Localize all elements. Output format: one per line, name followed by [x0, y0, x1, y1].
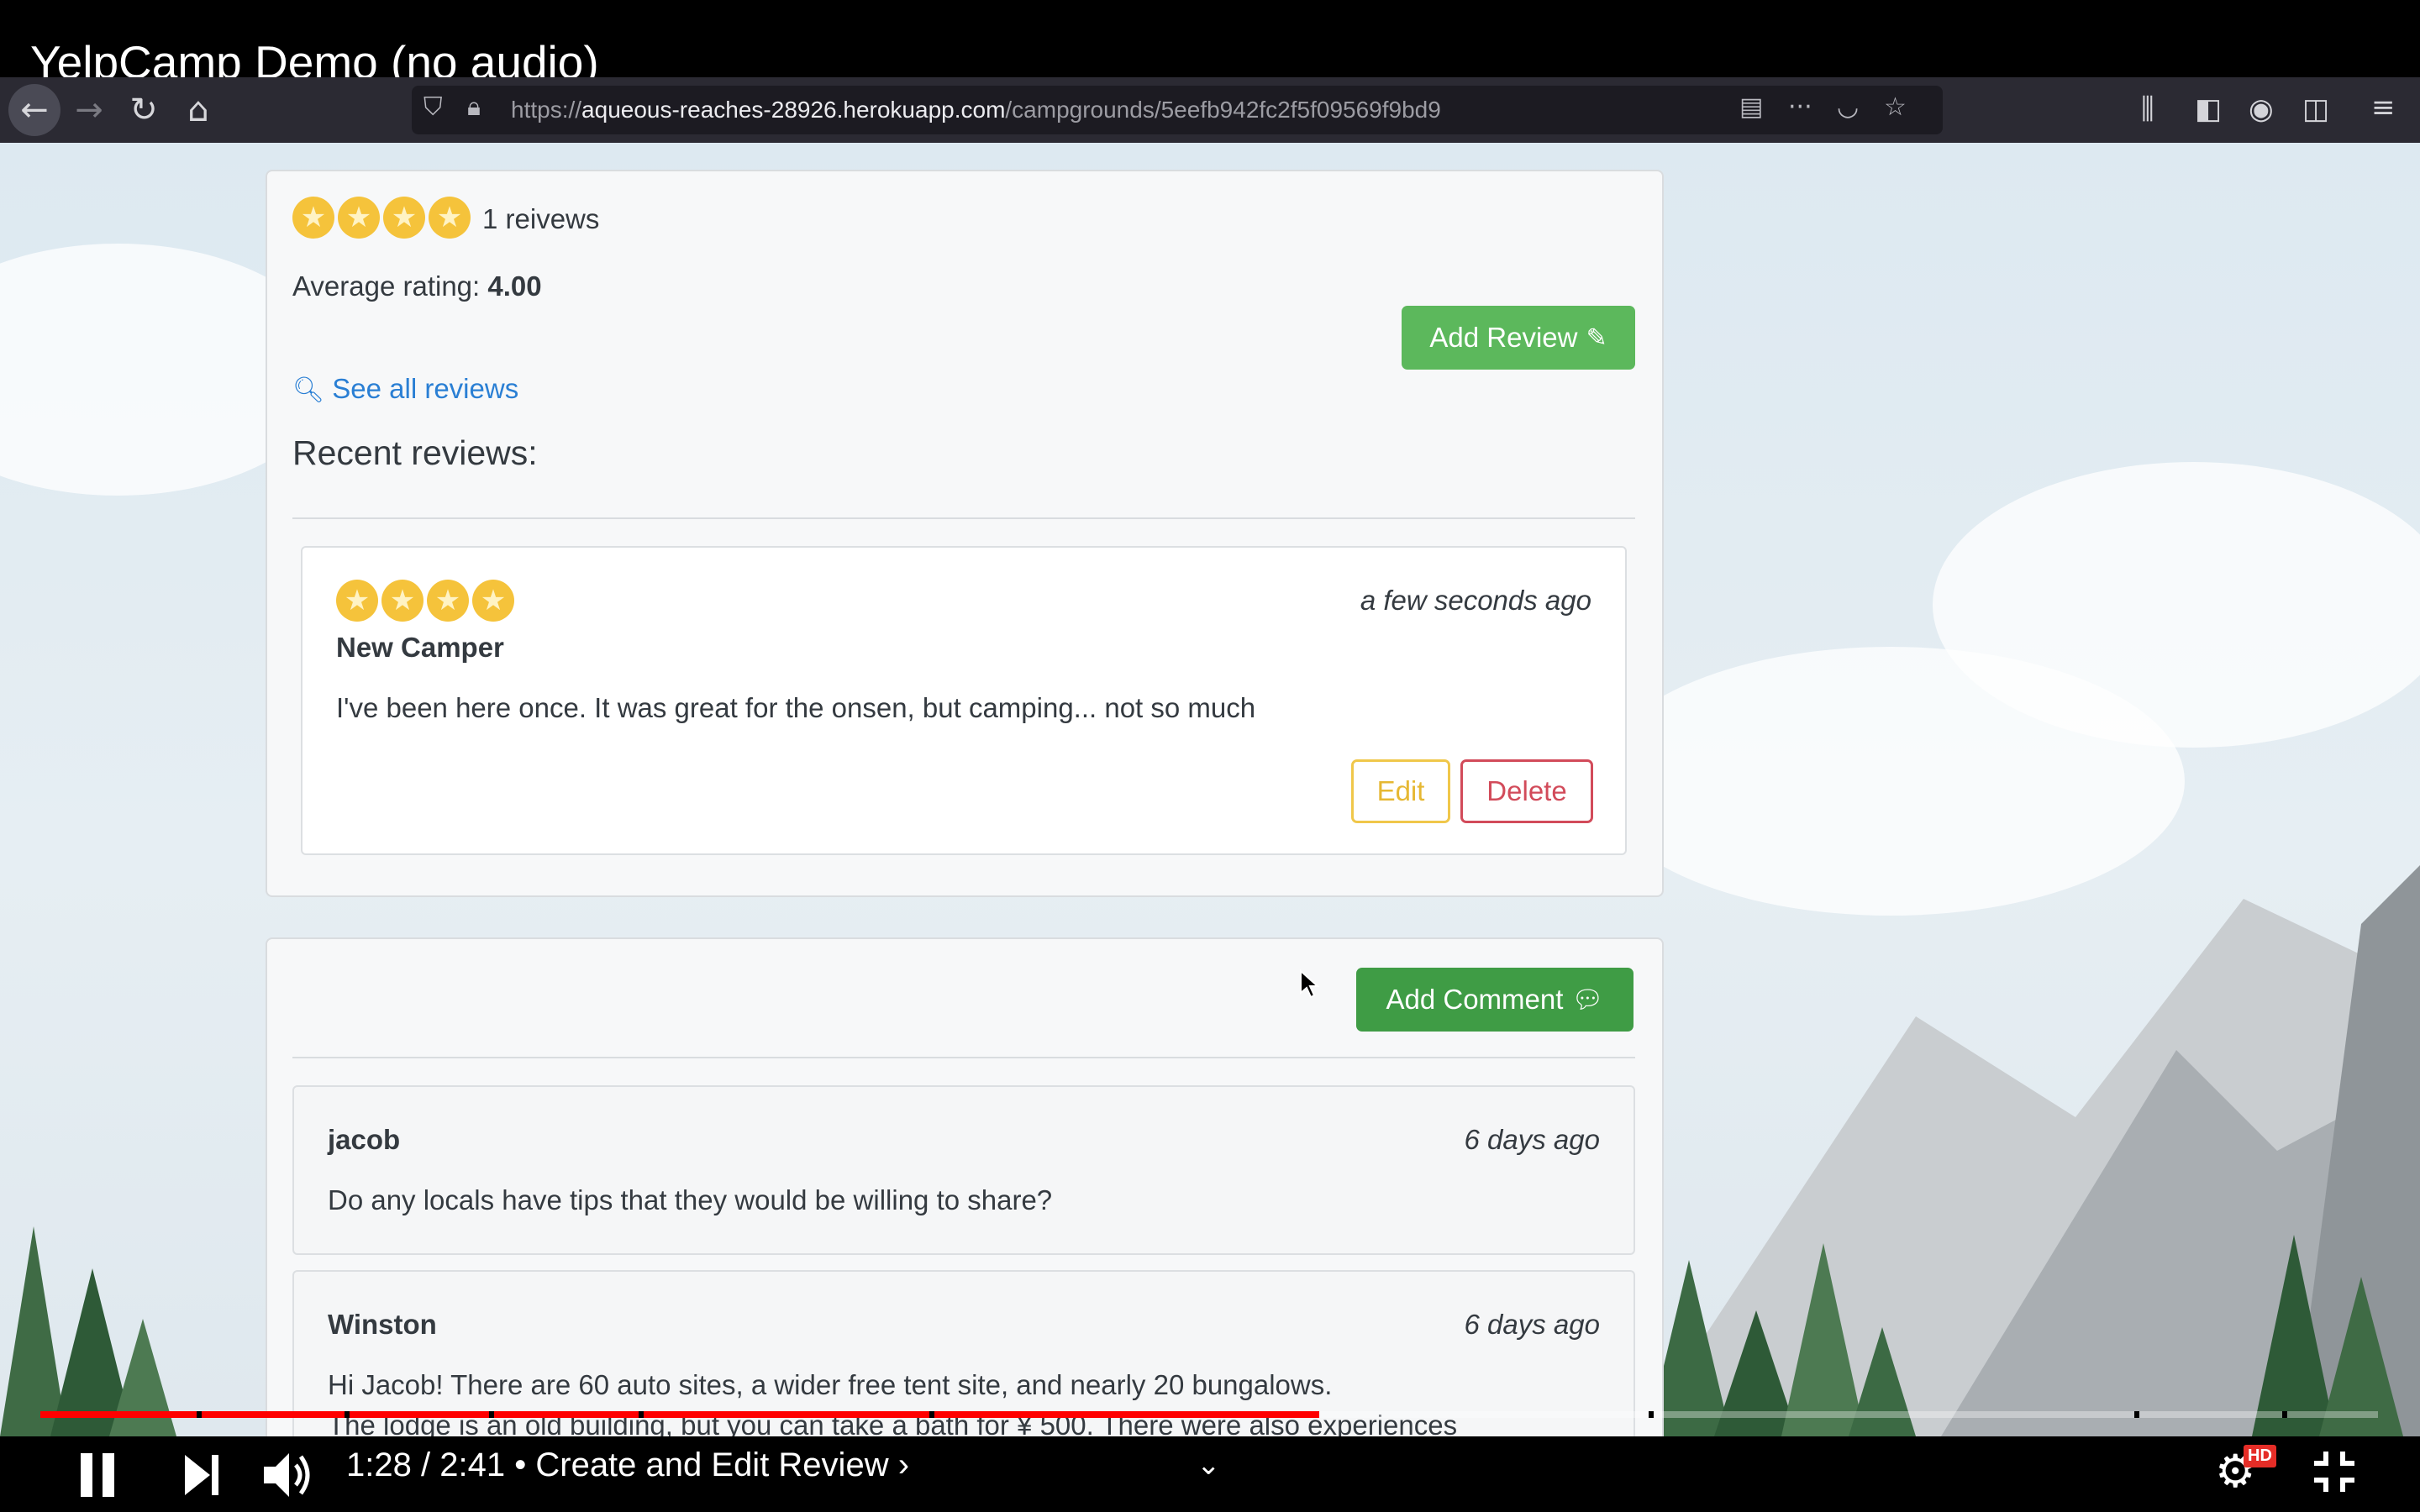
comment-text: Do any locals have tips that they would …	[328, 1184, 1053, 1215]
progress-played	[40, 1411, 1319, 1418]
chapter-bullet: •	[514, 1446, 527, 1483]
star-icon: ★	[338, 197, 380, 239]
time-separator: /	[420, 1446, 431, 1483]
page-actions-icon[interactable]: ···	[1788, 92, 1812, 122]
chapter-marker	[2282, 1411, 2287, 1418]
comment-time: 6 days ago	[1464, 1124, 1600, 1155]
add-review-button[interactable]: Add Review ✎	[1402, 306, 1635, 370]
chapter-chevron-icon[interactable]: ›	[898, 1446, 909, 1483]
video-controls: 1:28 / 2:41 • Create and Edit Review › ⌄…	[0, 1436, 2420, 1512]
next-icon[interactable]	[183, 1453, 220, 1497]
back-icon[interactable]: ←	[8, 84, 60, 136]
shield-icon[interactable]: ⛉	[424, 92, 443, 122]
hd-badge: HD	[2244, 1445, 2276, 1467]
library-icon[interactable]: ⫼	[2141, 92, 2154, 126]
add-comment-button[interactable]: Add Comment 💬︎	[1356, 968, 1634, 1032]
comments-card: Add Comment 💬︎ jacob 6 days ago Do any l…	[266, 937, 1664, 1436]
forward-icon[interactable]: →	[63, 84, 115, 136]
comment-text: Hi Jacob! There are 60 auto sites, a wid…	[328, 1369, 1333, 1400]
video-title-bar: YelpCamp Demo (no audio)	[0, 0, 2420, 88]
star-icon: ★	[427, 580, 469, 622]
home-icon[interactable]: ⌂	[172, 84, 224, 136]
review-item: ★ ★ ★ ★ a few seconds ago New Camper I've b…	[301, 546, 1627, 855]
add-comment-label: Add Comment	[1386, 984, 1564, 1015]
time-total: 2:41	[439, 1446, 506, 1483]
chevron-down-icon[interactable]: ⌄	[1197, 1448, 1221, 1482]
review-text: I've been here once. It was great for th…	[336, 692, 1256, 723]
chapter-marker	[1649, 1411, 1654, 1418]
reviews-card: ★ ★ ★ ★ 1 reivews Average rating: 4.00 Add …	[266, 170, 1664, 897]
chapter-marker	[489, 1411, 494, 1418]
mouse-cursor-icon	[1300, 969, 1320, 999]
reload-icon[interactable]: ↻	[118, 84, 170, 136]
star-icon: ★	[381, 580, 424, 622]
divider	[292, 517, 1635, 519]
review-count: 1 reivews	[482, 203, 600, 234]
url-host: aqueous-reaches-28926.herokuapp.com	[581, 97, 1006, 123]
average-rating: Average rating: 4.00	[292, 270, 542, 302]
see-all-reviews-label: See all reviews	[332, 373, 519, 404]
review-stars: ★ ★ ★ ★	[336, 580, 518, 622]
comment-item: jacob 6 days ago Do any locals have tips…	[292, 1085, 1635, 1255]
star-icon: ★	[429, 197, 471, 239]
comment-time: 6 days ago	[1464, 1309, 1600, 1340]
rating-stars: ★ ★ ★ ★	[292, 197, 474, 239]
comment-icon: 💬︎	[1571, 984, 1604, 1015]
sidebar-icon[interactable]: ◧	[2195, 92, 2222, 126]
delete-review-button[interactable]: Delete	[1460, 759, 1593, 823]
volume-icon[interactable]	[262, 1450, 316, 1500]
see-all-reviews-link[interactable]: 🔍︎ See all reviews	[292, 373, 518, 405]
url-bar[interactable]: ⛉ 🔒︎ https://aqueous-reaches-28926.herok…	[412, 86, 1943, 134]
lock-icon[interactable]: 🔒︎	[467, 92, 481, 122]
url-text[interactable]: https://aqueous-reaches-28926.herokuapp.…	[511, 97, 1441, 123]
bookmark-star-icon[interactable]: ☆	[1884, 92, 1907, 122]
pocket-icon[interactable]: ◡	[1837, 92, 1859, 122]
reader-view-icon[interactable]: ▤	[1739, 92, 1763, 122]
video-progress-bar[interactable]	[40, 1411, 2378, 1418]
screen: YelpCamp Demo (no audio) ← → ↻ ⌂ ⛉ 🔒︎ ht…	[0, 0, 2420, 1512]
chapter-marker	[929, 1411, 934, 1418]
edit-review-button[interactable]: Edit	[1351, 759, 1450, 823]
menu-icon[interactable]: ≡	[2371, 91, 2396, 124]
chapter-marker	[197, 1411, 202, 1418]
video-time: 1:28 / 2:41 • Create and Edit Review ›	[346, 1446, 909, 1484]
average-rating-value: 4.00	[487, 270, 542, 302]
time-current: 1:28	[346, 1446, 412, 1483]
star-icon: ★	[472, 580, 514, 622]
extension-icon[interactable]: ◫	[2302, 92, 2329, 126]
chapter-marker	[2134, 1411, 2139, 1418]
browser-toolbar: ← → ↻ ⌂ ⛉ 🔒︎ https://aqueous-reaches-289…	[0, 77, 2420, 143]
divider	[292, 1057, 1635, 1058]
url-path: /campgrounds/5eefb942fc2f5f09569f9bd9	[1005, 97, 1441, 123]
add-review-label: Add Review	[1429, 322, 1578, 353]
recent-reviews-heading: Recent reviews:	[292, 433, 538, 472]
review-time: a few seconds ago	[1360, 585, 1591, 616]
chapter-marker	[345, 1411, 350, 1418]
chapter-title[interactable]: Create and Edit Review	[535, 1446, 888, 1483]
search-icon: 🔍︎	[292, 375, 325, 405]
average-rating-label: Average rating:	[292, 270, 481, 302]
star-icon: ★	[336, 580, 378, 622]
star-icon: ★	[383, 197, 425, 239]
account-icon[interactable]: ◉	[2249, 92, 2274, 126]
comment-author: Winston	[328, 1309, 437, 1340]
review-author: New Camper	[336, 632, 504, 663]
url-scheme: https://	[511, 97, 582, 123]
comment-author: jacob	[328, 1124, 401, 1155]
web-page: ★ ★ ★ ★ 1 reivews Average rating: 4.00 Add …	[0, 143, 2420, 1436]
chapter-marker	[639, 1411, 644, 1418]
pencil-icon: ✎	[1586, 323, 1607, 353]
exit-fullscreen-icon[interactable]	[2312, 1450, 2356, 1494]
star-icon: ★	[292, 197, 334, 239]
